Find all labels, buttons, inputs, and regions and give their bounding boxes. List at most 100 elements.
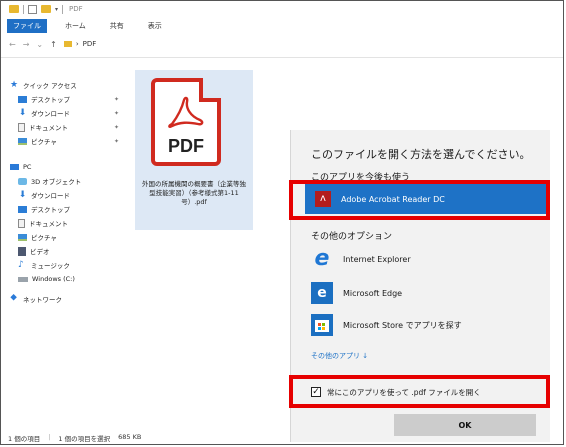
acrobat-logo-icon	[168, 96, 204, 129]
title-bar: ▾ PDF	[1, 1, 563, 17]
nav-item-3d-objects[interactable]: 3D オブジェクト	[10, 174, 130, 188]
divider	[62, 4, 64, 14]
tab-file[interactable]: ファイル	[7, 18, 47, 33]
address-bar: ← → ⌄ ↑ › PDF	[1, 36, 563, 52]
nav-item-downloads[interactable]: ⬇ ダウンロード ✦	[10, 106, 130, 120]
selection-size: 685 KB	[118, 433, 142, 441]
desktop-icon	[18, 205, 27, 213]
pictures-icon	[18, 137, 27, 145]
nav-item-label: ピクチャ	[31, 234, 57, 242]
star-icon: ★	[10, 79, 19, 90]
pin-icon: ✦	[114, 109, 120, 117]
nav-item-label: デスクトップ	[31, 96, 70, 104]
other-options-heading: その他のオプション	[311, 232, 393, 242]
ribbon-tabs: ファイル ホーム 共有 表示	[1, 17, 563, 34]
pdf-label: PDF	[168, 136, 204, 156]
nav-item-label: デスクトップ	[31, 206, 70, 214]
computer-icon	[10, 164, 19, 170]
app-option-store[interactable]: Microsoft Store でアプリを探す	[311, 312, 541, 338]
highlight-box-acrobat	[289, 180, 550, 220]
video-icon	[18, 246, 26, 256]
nav-item-pc[interactable]: PC	[10, 160, 130, 174]
app-option-internet-explorer[interactable]: e Internet Explorer	[311, 246, 541, 272]
nav-item-label: ダウンロード	[31, 192, 70, 200]
nav-item-label: クイック アクセス	[23, 82, 77, 90]
nav-item-label: ダウンロード	[31, 110, 70, 118]
breadcrumb-item[interactable]: PDF	[83, 40, 97, 48]
nav-item-desktop[interactable]: デスクトップ ✦	[10, 92, 130, 106]
nav-item-documents[interactable]: ドキュメント ✦	[10, 120, 130, 134]
nav-item-pc-documents[interactable]: ドキュメント	[10, 216, 130, 230]
chevron-right-icon: ›	[75, 40, 79, 48]
pin-icon: ✦	[114, 137, 120, 145]
nav-item-label: ドキュメント	[29, 124, 68, 132]
music-icon: ♪	[18, 259, 24, 270]
divider	[1, 57, 563, 58]
nav-item-music[interactable]: ♪ ミュージック	[10, 258, 130, 272]
nav-item-label: ミュージック	[31, 262, 70, 270]
ok-button[interactable]: OK	[394, 414, 536, 436]
folder-icon	[9, 5, 19, 13]
nav-item-videos[interactable]: ビデオ	[10, 244, 130, 258]
navigation-pane: ★ クイック アクセス デスクトップ ✦ ⬇ ダウンロード ✦ ドキュメント ✦…	[10, 78, 130, 306]
store-bag-shape	[315, 320, 329, 332]
store-icon	[311, 314, 333, 336]
pin-icon: ✦	[114, 95, 120, 103]
folder-icon	[63, 41, 72, 47]
app-option-edge[interactable]: e Microsoft Edge	[311, 280, 541, 306]
status-bar: 1 個の項目 | 1 個の項目を選択 685 KB	[8, 433, 141, 443]
nav-item-network[interactable]: ⯁ ネットワーク	[10, 292, 130, 306]
nav-item-windows-drive[interactable]: Windows (C:)	[10, 272, 130, 286]
highlight-box-always-use	[289, 375, 550, 408]
store-logo-square	[322, 327, 325, 330]
app-label: Microsoft Store でアプリを探す	[343, 320, 462, 330]
app-label: Internet Explorer	[343, 254, 411, 264]
nav-item-pictures[interactable]: ピクチャ ✦	[10, 134, 130, 148]
document-icon	[18, 218, 25, 228]
store-logo-square	[322, 323, 325, 326]
tab-view[interactable]: 表示	[142, 19, 168, 33]
nav-item-label: ネットワーク	[23, 296, 62, 304]
pdf-file-icon: PDF	[151, 78, 221, 166]
back-arrow-icon[interactable]: ←	[9, 40, 16, 49]
nav-item-label: ビデオ	[30, 248, 50, 256]
nav-item-pc-downloads[interactable]: ⬇ ダウンロード	[10, 188, 130, 202]
nav-item-label: PC	[23, 163, 32, 171]
up-arrow-icon[interactable]: ↑	[50, 40, 57, 49]
pictures-icon	[18, 233, 27, 241]
nav-item-label: Windows (C:)	[32, 275, 75, 283]
store-logo-square	[318, 327, 321, 330]
breadcrumb[interactable]: › PDF	[63, 40, 97, 48]
drive-icon	[18, 276, 28, 282]
internet-explorer-icon: e	[314, 246, 330, 271]
store-logo-square	[318, 323, 321, 326]
pin-icon: ✦	[114, 123, 120, 131]
dialog-title: このファイルを開く方法を選んでください。	[311, 148, 531, 161]
file-name: 外国の所属機関の概要書（企業等独型技能実習）（参考様式第1-11号）.pdf	[142, 180, 246, 206]
item-count: 1 個の項目	[8, 435, 41, 443]
window-title: PDF	[69, 5, 83, 13]
nav-item-pc-pictures[interactable]: ピクチャ	[10, 230, 130, 244]
nav-item-label: ドキュメント	[29, 220, 68, 228]
divider	[23, 4, 24, 14]
download-icon: ⬇	[18, 107, 27, 118]
properties-icon[interactable]	[28, 4, 37, 14]
new-folder-icon[interactable]	[41, 5, 51, 13]
forward-arrow-icon[interactable]: →	[23, 40, 30, 49]
more-apps-link[interactable]: その他のアプリ ↓	[311, 351, 368, 361]
desktop-icon	[18, 95, 27, 103]
recent-locations-icon[interactable]: ⌄	[36, 40, 43, 49]
3d-objects-icon	[18, 177, 27, 185]
tab-home[interactable]: ホーム	[59, 19, 92, 33]
customize-quick-access-icon[interactable]: ▾	[55, 6, 58, 13]
app-label: Microsoft Edge	[343, 288, 403, 298]
network-icon: ⯁	[10, 293, 18, 304]
nav-item-label: 3D オブジェクト	[31, 178, 82, 186]
file-item[interactable]: PDF 外国の所属機関の概要書（企業等独型技能実習）（参考様式第1-11号）.p…	[135, 70, 253, 230]
nav-item-quick-access[interactable]: ★ クイック アクセス	[10, 78, 130, 92]
edge-icon: e	[311, 282, 333, 304]
nav-item-pc-desktop[interactable]: デスクトップ	[10, 202, 130, 216]
tab-share[interactable]: 共有	[104, 19, 130, 33]
selection-status: 1 個の項目を選択	[58, 435, 111, 443]
download-icon: ⬇	[18, 189, 27, 200]
